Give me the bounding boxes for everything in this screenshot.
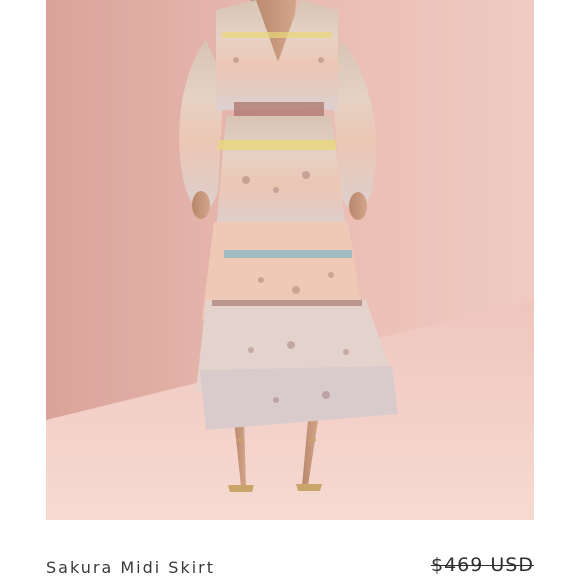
- product-image: [46, 0, 534, 520]
- product-photo[interactable]: [46, 0, 534, 520]
- product-title[interactable]: Sakura Midi Skirt: [46, 558, 215, 577]
- product-price: $469 USD: [431, 554, 534, 576]
- product-caption: Sakura Midi Skirt $469 USD: [46, 520, 534, 580]
